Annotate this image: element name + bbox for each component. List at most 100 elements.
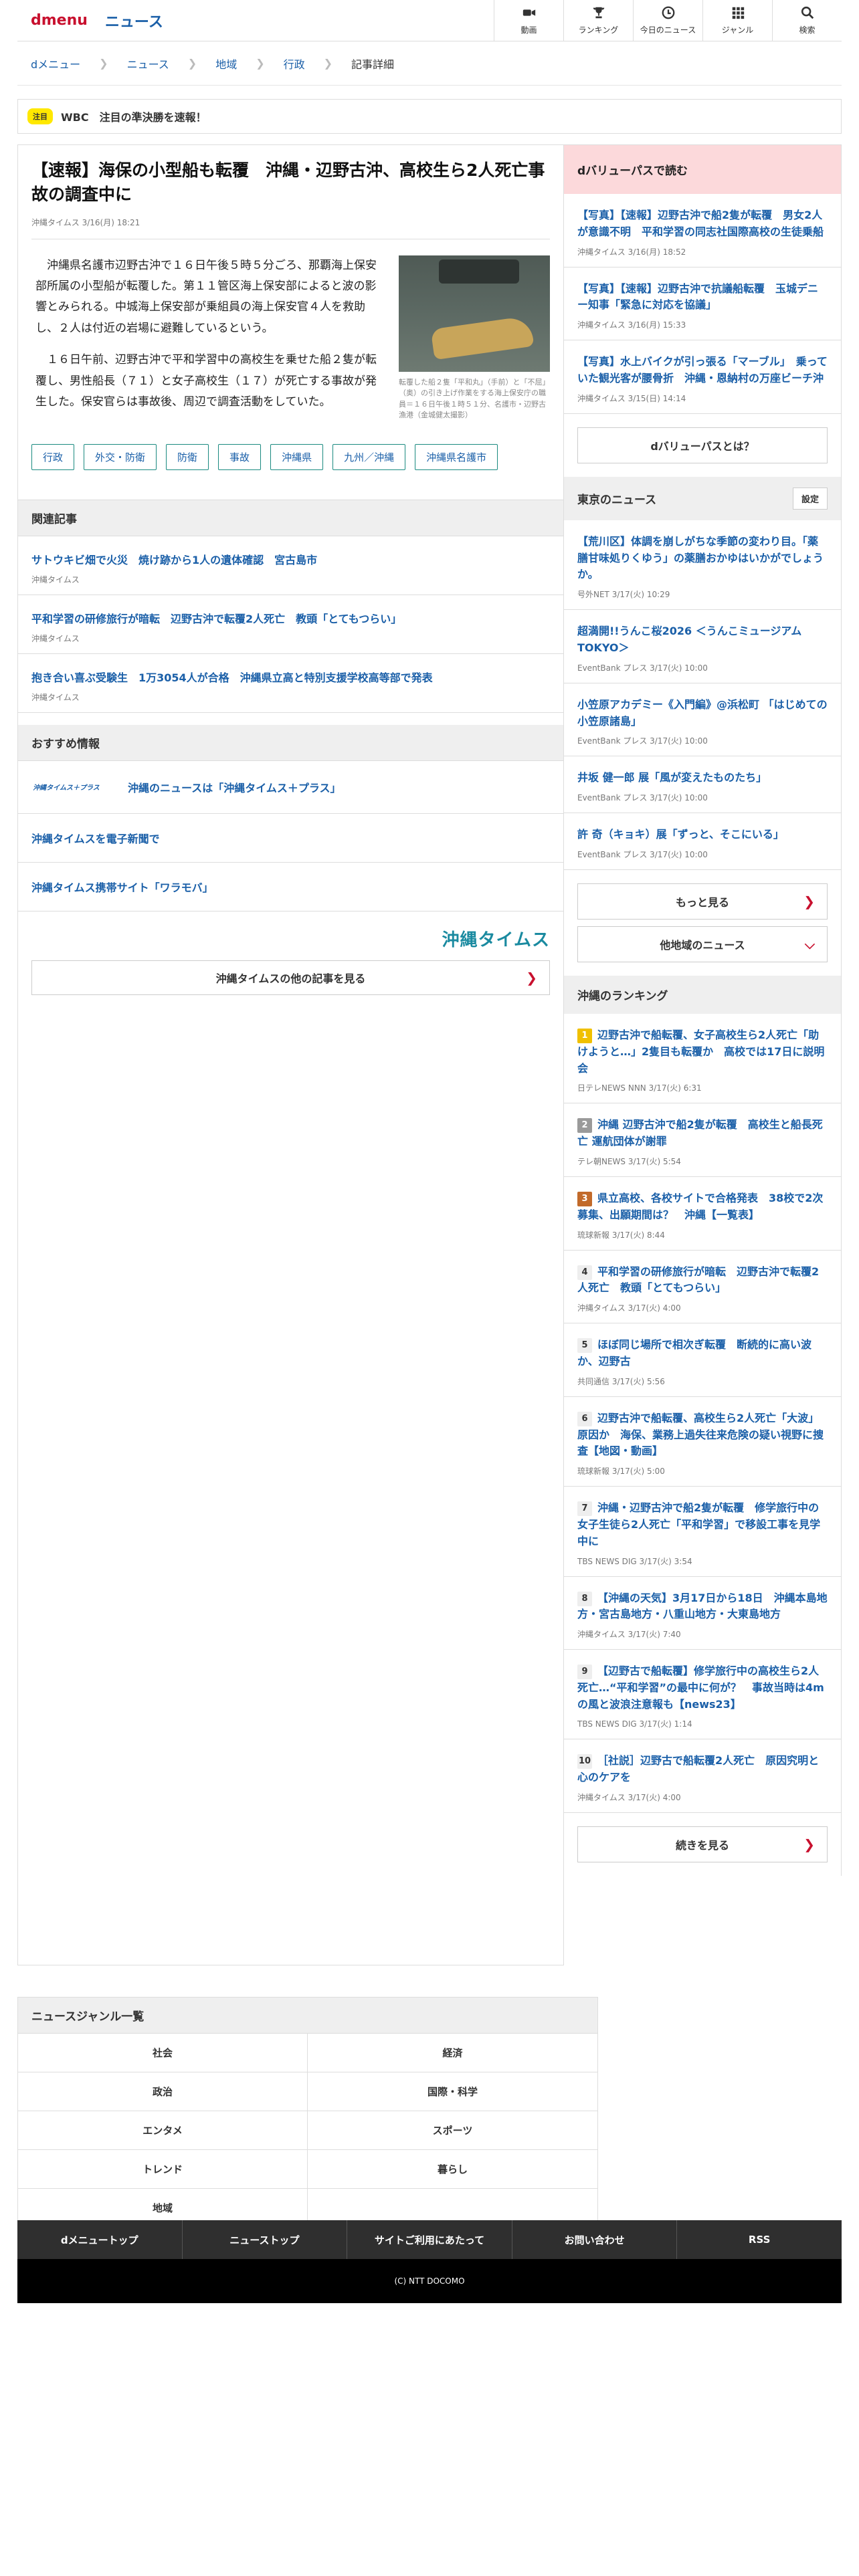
pass-item-title[interactable]: 【写真】【速報】辺野古沖で船2隻が転覆 男女2人が意識不明 平和学習の同志社国際…: [577, 207, 828, 241]
recommend-item[interactable]: 沖縄タイムスを電子新聞で: [18, 814, 563, 863]
genre-politics[interactable]: 政治: [18, 2072, 308, 2111]
tag-item[interactable]: 行政: [31, 443, 75, 470]
tag-item[interactable]: 沖縄県: [270, 443, 324, 470]
rank-title[interactable]: 辺野古沖で船転覆、高校生ら2人死亡「大波」原因か 海保、業務上過失往来危険の疑い…: [577, 1412, 824, 1458]
rank-title[interactable]: 県立高校、各校サイトで合格発表 38校で2次募集、出願期間は？ 沖縄【一覧表】: [577, 1192, 823, 1221]
okinawa-times-brand-logo[interactable]: 沖縄タイムス: [18, 911, 563, 955]
tokyo-news-title[interactable]: 許 奇（キョキ）展「ずっと、そこにいる」: [577, 827, 828, 843]
rank-number: 4: [577, 1265, 592, 1280]
genre-sports[interactable]: スポーツ: [308, 2111, 597, 2150]
genre-economy[interactable]: 経済: [308, 2034, 597, 2072]
genre-society[interactable]: 社会: [18, 2034, 308, 2072]
related-title[interactable]: 抱き合い喜ぶ受験生 1万3054人が合格 沖縄県立高と特別支援学校高等部で発表: [31, 669, 550, 685]
ranking-item[interactable]: 1 辺野古沖で船転覆、女子高校生ら2人死亡「助けようと…」2隻目も転覆か 高校では…: [564, 1014, 841, 1104]
site-logo[interactable]: dmenu ニュース: [17, 10, 163, 31]
related-item[interactable]: 抱き合い喜ぶ受験生 1万3054人が合格 沖縄県立高と特別支援学校高等部で発表 …: [18, 654, 563, 713]
breadcrumb-news[interactable]: ニュース: [127, 56, 169, 72]
tokyo-news-item[interactable]: 許 奇（キョキ）展「ずっと、そこにいる」 EventBank プレス 3/17(…: [564, 813, 841, 870]
ranking-item[interactable]: 6 辺野古沖で船転覆、高校生ら2人死亡「大波」原因か 海保、業務上過失往来危険の疑…: [564, 1397, 841, 1487]
related-item[interactable]: 平和学習の研修旅行が暗転 辺野古沖で転覆2人死亡 教頭「とてもつらい」 沖縄タイ…: [18, 595, 563, 654]
tokyo-more-button[interactable]: もっと見る ❯: [577, 883, 828, 920]
rank-title[interactable]: ［社説］辺野古で船転覆2人死亡 原因究明と心のケアを: [577, 1754, 819, 1784]
rank-title[interactable]: 辺野古沖で船転覆、女子高校生ら2人死亡「助けようと…」2隻目も転覆か 高校では1…: [577, 1029, 824, 1075]
footer-site-terms[interactable]: サイトご利用にあたって: [347, 2220, 512, 2259]
rank-source: 沖縄タイムス 3/17(火) 4:00: [577, 1303, 681, 1313]
recommend-item[interactable]: 沖縄タイムス携帯サイト「ワラモバ」: [18, 863, 563, 911]
ranking-item[interactable]: 10 ［社説］辺野古で船転覆2人死亡 原因究明と心のケアを 沖縄タイムス 3/17…: [564, 1739, 841, 1814]
rank-title[interactable]: 【沖縄の天気】3月17日から18日 沖縄本島地方・宮古島地方・八重山地方・大東島…: [577, 1592, 828, 1621]
genre-life[interactable]: 暮らし: [308, 2150, 597, 2189]
ranking-item[interactable]: 2 沖縄 辺野古沖で船2隻が転覆 高校生と船長死亡 運航団体が謝罪 テレ朝NEWS…: [564, 1103, 841, 1177]
nav-today[interactable]: 今日のニュース: [633, 0, 702, 41]
trophy-icon: [593, 7, 604, 19]
news-section-link[interactable]: ニュース: [105, 10, 163, 31]
tokyo-news-item[interactable]: 小笠原アカデミー《入門編》@浜松町 「はじめての小笠原諸島」 EventBank…: [564, 683, 841, 757]
settings-button[interactable]: 設定: [792, 487, 828, 510]
alert-bar[interactable]: 注目 WBC 注目の準決勝を速報！: [17, 99, 842, 134]
tokyo-news-title[interactable]: 超満開!!うんこ桜2026 ＜うんこミュージアム TOKYO＞: [577, 623, 828, 657]
nav-search[interactable]: 検索: [772, 0, 842, 41]
footer-contact[interactable]: お問い合わせ: [512, 2220, 678, 2259]
breadcrumb-dmenu[interactable]: dメニュー: [31, 56, 80, 72]
rank-title[interactable]: 平和学習の研修旅行が暗転 辺野古沖で転覆2人死亡 教頭「とてもつらい」: [577, 1265, 819, 1295]
ranking-item[interactable]: 8 【沖縄の天気】3月17日から18日 沖縄本島地方・宮古島地方・八重山地方・大東…: [564, 1577, 841, 1650]
breadcrumb-admin[interactable]: 行政: [284, 56, 305, 72]
recommend-link[interactable]: 沖縄のニュースは「沖縄タイムス＋プラス」: [128, 779, 341, 795]
photo-boat-shape: [430, 315, 535, 360]
rank-title[interactable]: 沖縄・辺野古沖で船2隻が転覆 修学旅行中の女子生徒ら2人死亡「平和学習」で移設工…: [577, 1501, 820, 1547]
genre-entertainment[interactable]: エンタメ: [18, 2111, 308, 2150]
pass-item[interactable]: 【写真】水上バイクが引っ張る「マーブル」 乗っていた観光客が腰骨折 沖縄・恩納村…: [564, 340, 841, 414]
ranking-item[interactable]: 4 平和学習の研修旅行が暗転 辺野古沖で転覆2人死亡 教頭「とてもつらい」 沖縄タ…: [564, 1251, 841, 1324]
rank-number: 9: [577, 1665, 592, 1680]
rank-title[interactable]: 沖縄 辺野古沖で船2隻が転覆 高校生と船長死亡 運航団体が謝罪: [577, 1118, 823, 1148]
ranking-item[interactable]: 5 ほぼ同じ場所で相次ぎ転覆 断続的に高い波か、辺野古 共同通信 3/17(火) …: [564, 1323, 841, 1397]
tag-item[interactable]: 防衛: [166, 443, 209, 470]
more-articles-button[interactable]: 沖縄タイムスの他の記事を見る ❯: [31, 960, 550, 995]
tokyo-news-title[interactable]: 井坂 健一郎 展「風が変えたものたち」: [577, 770, 828, 786]
tokyo-news-item[interactable]: 【荒川区】体調を崩しがちな季節の変わり目。「薬膳甘味処りくゆう」の薬膳おかゆはい…: [564, 520, 841, 611]
clock-icon: [662, 6, 674, 19]
recommend-link[interactable]: 沖縄タイムス携帯サイト「ワラモバ」: [31, 879, 213, 895]
tokyo-news-title[interactable]: 小笠原アカデミー《入門編》@浜松町 「はじめての小笠原諸島」: [577, 697, 828, 730]
article-photo[interactable]: 転覆した船２隻「平和丸」（手前）と「不屈」（奥）の引き上げ作業をする海上保安庁の…: [399, 255, 550, 424]
pass-about-button[interactable]: dバリューパスとは？: [577, 427, 828, 463]
article-photo-image[interactable]: [399, 255, 550, 372]
dmenu-logo[interactable]: dmenu: [31, 12, 88, 29]
genre-international[interactable]: 国際・科学: [308, 2072, 597, 2111]
sidebar: dバリューパスで読む 【写真】【速報】辺野古沖で船2隻が転覆 男女2人が意識不明…: [564, 144, 842, 1876]
related-title[interactable]: サトウキビ畑で火災 焼け跡から1人の遺体確認 宮古島市: [31, 551, 550, 567]
ranking-item[interactable]: 9 【辺野古で船転覆】修学旅行中の高校生ら2人死亡…“平和学習”の最中に何が？ 事…: [564, 1650, 841, 1740]
footer-rss[interactable]: RSS: [677, 2220, 842, 2259]
genre-trend[interactable]: トレンド: [18, 2150, 308, 2189]
rank-title[interactable]: 【辺野古で船転覆】修学旅行中の高校生ら2人死亡…“平和学習”の最中に何が？ 事故…: [577, 1665, 824, 1711]
pass-item-title[interactable]: 【写真】水上バイクが引っ張る「マーブル」 乗っていた観光客が腰骨折 沖縄・恩納村…: [577, 354, 828, 387]
pass-item[interactable]: 【写真】【速報】辺野古沖で船2隻が転覆 男女2人が意識不明 平和学習の同志社国際…: [564, 194, 841, 267]
nav-genre[interactable]: ジャンル: [702, 0, 772, 41]
tokyo-news-item[interactable]: 井坂 健一郎 展「風が変えたものたち」 EventBank プレス 3/17(火…: [564, 756, 841, 814]
pass-item[interactable]: 【写真】【速報】辺野古沖で抗議船転覆 玉城デニー知事「緊急に対応を協議」 沖縄タ…: [564, 267, 841, 341]
alert-text[interactable]: WBC 注目の準決勝を速報！: [61, 108, 207, 124]
tokyo-news-title[interactable]: 【荒川区】体調を崩しがちな季節の変わり目。「薬膳甘味処りくゆう」の薬膳おかゆはい…: [577, 534, 828, 583]
related-item[interactable]: サトウキビ畑で火災 焼け跡から1人の遺体確認 宮古島市 沖縄タイムス: [18, 536, 563, 595]
breadcrumb-region[interactable]: 地域: [215, 56, 237, 72]
ranking-item[interactable]: 7 沖縄・辺野古沖で船2隻が転覆 修学旅行中の女子生徒ら2人死亡「平和学習」で移設…: [564, 1487, 841, 1577]
footer-dmenu-top[interactable]: dメニュートップ: [17, 2220, 183, 2259]
ranking-item[interactable]: 3 県立高校、各校サイトで合格発表 38校で2次募集、出願期間は？ 沖縄【一覧表】…: [564, 1177, 841, 1251]
recommend-item[interactable]: 沖縄タイムス＋プラス 沖縄のニュースは「沖縄タイムス＋プラス」: [18, 761, 563, 814]
article: 【速報】海保の小型船も転覆 沖縄・辺野古沖、高校生ら2人死亡事故の調査中に 沖縄…: [18, 145, 563, 424]
rank-title[interactable]: ほぼ同じ場所で相次ぎ転覆 断続的に高い波か、辺野古: [577, 1338, 812, 1368]
tag-item[interactable]: 九州／沖縄: [332, 443, 406, 470]
related-title[interactable]: 平和学習の研修旅行が暗転 辺野古沖で転覆2人死亡 教頭「とてもつらい」: [31, 610, 550, 626]
recommend-link[interactable]: 沖縄タイムスを電子新聞で: [31, 830, 160, 846]
tag-item[interactable]: 外交・防衛: [84, 443, 157, 470]
tag-item[interactable]: 沖縄県名護市: [415, 443, 498, 470]
tokyo-news-item[interactable]: 超満開!!うんこ桜2026 ＜うんこミュージアム TOKYO＞ EventBan…: [564, 610, 841, 683]
pass-item-title[interactable]: 【写真】【速報】辺野古沖で抗議船転覆 玉城デニー知事「緊急に対応を協議」: [577, 281, 828, 314]
nav-video[interactable]: 動画: [494, 0, 563, 41]
ranking-more-button[interactable]: 続きを見る ❯: [577, 1826, 828, 1863]
nav-ranking[interactable]: ランキング: [563, 0, 633, 41]
footer-news-top[interactable]: ニューストップ: [183, 2220, 348, 2259]
other-region-button[interactable]: 他地域のニュース ⌵: [577, 926, 828, 962]
tag-item[interactable]: 事故: [218, 443, 262, 470]
site-header: dmenu ニュース 動画 ランキング 今日のニュース ジャンル 検索: [17, 0, 842, 41]
